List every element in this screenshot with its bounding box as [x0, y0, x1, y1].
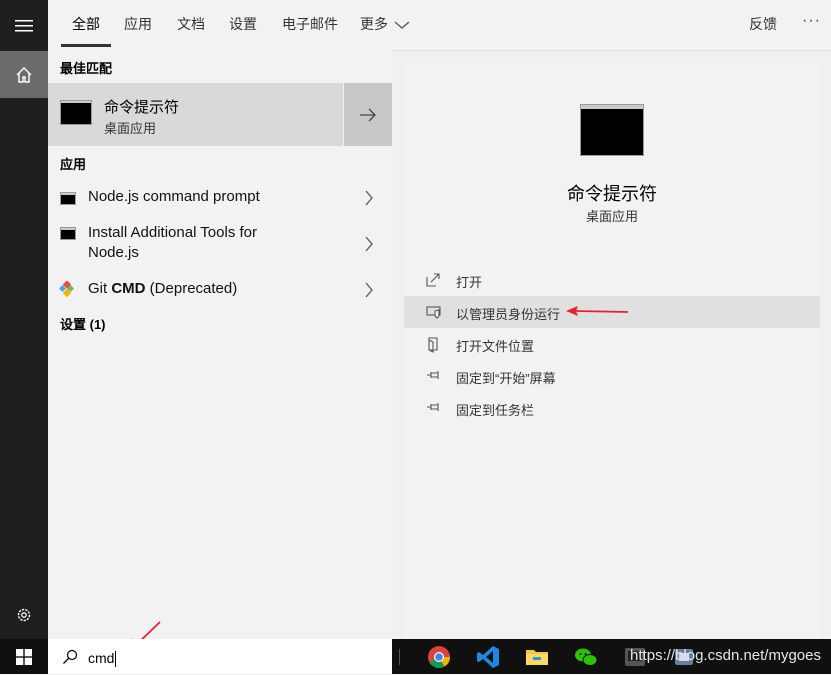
settings-heading[interactable]: 设置 (1)	[60, 314, 106, 333]
search-query: cmd	[88, 650, 115, 666]
folder-icon	[526, 650, 548, 665]
apps-heading: 应用	[60, 157, 87, 172]
search-input[interactable]: cmd	[88, 650, 117, 668]
tab-more[interactable]: 更多	[360, 14, 410, 34]
chevron-right-icon	[365, 236, 373, 252]
action-label: 固定到任务栏	[456, 403, 535, 418]
command-prompt-icon	[580, 104, 644, 156]
action-label: 打开文件位置	[456, 339, 535, 354]
tab-email[interactable]: 电子邮件	[282, 14, 338, 34]
git-icon	[59, 281, 75, 297]
best-match-heading: 最佳匹配	[60, 61, 113, 76]
action-open[interactable]: 打开	[404, 264, 820, 296]
home-button[interactable]	[0, 51, 48, 98]
app-item-label: Git CMD (Deprecated)	[88, 279, 237, 299]
app-item-nodejs-tools[interactable]: Install Additional Tools for Node.js	[48, 222, 392, 266]
pin-icon	[427, 371, 439, 379]
start-button[interactable]	[0, 639, 48, 674]
taskbar-wechat[interactable]	[573, 644, 599, 670]
details-app-name: 命令提示符	[567, 184, 657, 204]
tab-documents[interactable]: 文档	[177, 14, 205, 34]
pin-icon	[427, 403, 439, 411]
search-tabs-bar: 全部 应用 文档 设置 电子邮件 更多 反馈 ···	[48, 0, 831, 51]
taskbar-file-explorer[interactable]	[524, 644, 550, 670]
file-location-icon	[428, 337, 438, 353]
app-item-label-line2: Node.js	[88, 244, 139, 261]
wechat-icon	[575, 648, 598, 666]
command-prompt-icon	[60, 192, 76, 205]
taskbar-chrome[interactable]	[426, 644, 452, 670]
results-list: 最佳匹配 命令提示符 桌面应用 应用 Node.js command promp…	[48, 50, 392, 639]
app-item-label: Node.js command prompt	[88, 188, 260, 205]
text-caret	[115, 651, 117, 668]
command-prompt-icon	[60, 227, 76, 240]
more-options-button[interactable]: ···	[802, 12, 821, 30]
tab-apps[interactable]: 应用	[124, 14, 152, 34]
annotation-arrow	[566, 306, 629, 316]
feedback-link[interactable]: 反馈	[749, 14, 777, 34]
open-icon	[426, 273, 440, 287]
tab-settings[interactable]: 设置	[229, 14, 257, 34]
windows-logo-icon	[16, 648, 32, 665]
arrow-right-icon	[360, 108, 376, 121]
details-app-type: 桌面应用	[585, 209, 638, 224]
best-match-item[interactable]: 命令提示符 桌面应用	[48, 83, 343, 146]
action-label: 打开	[456, 275, 483, 290]
watermark-text: https://blog.csdn.net/mygoes	[630, 647, 821, 664]
active-tab-indicator	[61, 44, 111, 47]
taskbar: cmd https://blog.csdn.net/mygoes	[0, 639, 831, 674]
best-match-name: 命令提示符	[104, 99, 180, 116]
tab-more-label: 更多	[360, 16, 388, 32]
chevron-right-icon	[365, 190, 373, 206]
taskbar-divider	[399, 649, 400, 665]
action-pin-to-start[interactable]: 固定到“开始”屏幕	[404, 360, 820, 392]
app-item-nodejs-prompt[interactable]: Node.js command prompt	[48, 184, 392, 212]
app-item-label-suffix: (Deprecated)	[145, 280, 238, 297]
tab-all[interactable]: 全部	[72, 14, 100, 34]
chevron-right-icon	[365, 282, 373, 298]
taskbar-vscode[interactable]	[475, 644, 501, 670]
details-panel: 命令提示符 桌面应用 打开 以管理员身份运行 打开文件位置 固定到“开始”屏幕 …	[404, 62, 820, 639]
app-item-label-line1: Install Additional Tools for	[88, 224, 257, 241]
action-label: 以管理员身份运行	[456, 307, 561, 322]
action-open-file-location[interactable]: 打开文件位置	[404, 328, 820, 360]
left-rail	[0, 0, 48, 639]
details-header: 命令提示符 桌面应用	[404, 62, 820, 250]
hamburger-icon	[15, 20, 33, 32]
app-item-git-cmd[interactable]: Git CMD (Deprecated)	[48, 276, 392, 304]
settings-button[interactable]	[0, 591, 48, 639]
action-pin-to-taskbar[interactable]: 固定到任务栏	[404, 392, 820, 424]
best-match-expand-button[interactable]	[344, 83, 392, 146]
home-icon	[16, 66, 32, 83]
shield-icon	[426, 306, 441, 319]
chevron-down-icon	[394, 21, 410, 30]
app-item-label-bold: CMD	[111, 280, 146, 297]
chrome-icon	[428, 646, 450, 668]
action-label: 固定到“开始”屏幕	[456, 371, 556, 386]
vscode-icon	[477, 646, 499, 668]
best-match-type: 桌面应用	[104, 121, 157, 136]
search-icon	[63, 649, 78, 664]
app-item-label-prefix: Git	[88, 280, 112, 297]
command-prompt-icon	[60, 100, 92, 125]
hamburger-menu-button[interactable]	[0, 2, 48, 50]
gear-icon	[17, 608, 31, 622]
search-box[interactable]: cmd	[48, 639, 392, 674]
